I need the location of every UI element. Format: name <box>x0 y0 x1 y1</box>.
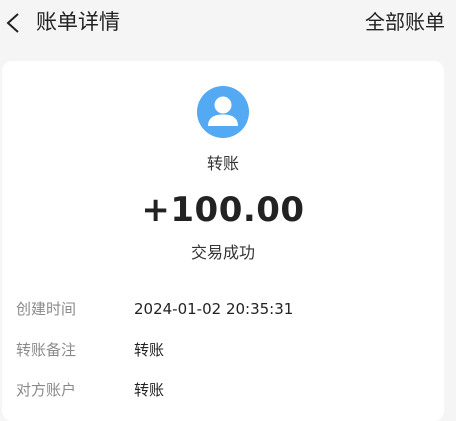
page-title: 账单详情 <box>36 10 120 34</box>
row-label: 对方账户 <box>16 381 77 399</box>
row-label: 创建时间 <box>16 300 77 318</box>
row-value: 2024-01-02 20:35:31 <box>134 300 294 318</box>
row-value: 转账 <box>134 381 165 399</box>
all-bills-link[interactable]: 全部账单 <box>365 8 445 36</box>
detail-row-created-time: 创建时间 2024-01-02 20:35:31 <box>16 297 436 321</box>
row-value: 转账 <box>134 341 165 359</box>
top-bar: 账单详情 全部账单 <box>0 0 456 46</box>
user-icon <box>197 86 249 138</box>
transaction-type: 转账 <box>206 154 239 173</box>
detail-row-counterparty-account: 对方账户 转账 <box>16 378 436 402</box>
chevron-left-icon[interactable] <box>5 12 21 34</box>
amount: +100.00 <box>141 190 305 230</box>
bill-detail-card: 转账 +100.00 交易成功 创建时间 2024-01-02 20:35:31… <box>2 61 444 421</box>
detail-row-transfer-note: 转账备注 转账 <box>16 338 436 362</box>
row-label: 转账备注 <box>16 341 77 359</box>
transaction-status: 交易成功 <box>190 243 255 262</box>
